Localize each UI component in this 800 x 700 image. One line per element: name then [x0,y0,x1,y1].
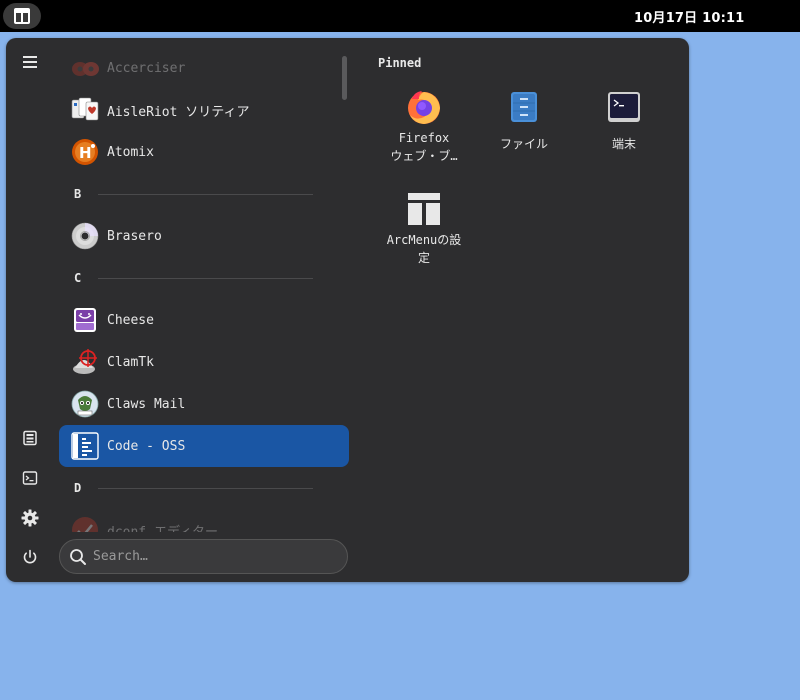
app-label: Code - OSS [107,438,186,454]
activities-button[interactable] [3,3,41,29]
app-list-scrollbar[interactable] [342,56,347,100]
app-item-aisleriot[interactable]: AisleRiot ソリティア [59,89,349,131]
app-label: ClamTk [107,354,154,370]
terminal-icon [608,92,640,122]
pinned-arcmenu-settings[interactable]: ArcMenuの設 定 [376,191,472,267]
app-label: Brasero [107,228,162,244]
pin-label: ArcMenuの設 [386,233,462,247]
app-label: AisleRiot ソリティア [107,104,250,120]
svg-text:H: H [79,144,92,162]
app-item-claws-mail[interactable]: Claws Mail [59,383,349,425]
pin-label: Firefox [398,131,450,145]
app-item-dconf-editor[interactable]: dconf エディター [59,509,349,532]
search-icon [70,548,86,565]
pinned-firefox[interactable]: Firefox ウェブ・ブ… [376,89,472,165]
atomix-icon: H [72,139,98,165]
cheese-camera-icon [74,308,96,332]
top-bar: 10月17日 10:11 [0,0,800,32]
settings-button[interactable] [19,507,41,529]
layout-icon [14,8,30,24]
pinned-terminal[interactable]: 端末 [576,89,672,153]
code-oss-icon [71,432,99,460]
search-bar[interactable]: Search… [59,539,348,574]
section-divider [98,193,313,195]
section-header-d: D [59,467,349,509]
app-label: Atomix [107,144,154,160]
app-item-cheese[interactable]: Cheese [59,299,349,341]
files-icon [23,430,37,446]
section-letter: C [74,271,82,285]
section-header-c: C [59,257,349,299]
app-item-accerciser[interactable]: Accerciser [59,50,349,89]
section-divider [98,487,313,489]
app-label: dconf エディター [107,524,219,533]
pin-label-line2: 定 [417,251,430,265]
app-item-clamtk[interactable]: ClamTk [59,341,349,383]
arcmenu-settings-icon [408,193,440,225]
pinned-title: Pinned [378,56,422,70]
app-item-atomix[interactable]: H Atomix [59,131,349,173]
search-input[interactable]: Search… [93,549,148,564]
hamburger-menu-icon [23,56,37,68]
power-icon [23,549,37,564]
hamburger-menu-button[interactable] [19,51,41,73]
section-divider [98,277,313,279]
dconf-editor-icon [72,517,98,532]
app-list[interactable]: Accerciser AisleRiot ソリティア H Atomix B Br… [59,50,349,532]
brasero-disc-icon [71,222,99,250]
app-label: Claws Mail [107,396,186,412]
pinned-files[interactable]: ファイル [476,89,572,153]
pin-label-line2: ウェブ・ブ… [390,149,458,163]
accerciser-icon [72,62,99,76]
app-label: Cheese [107,312,154,328]
pin-label: 端末 [611,137,636,151]
terminal-shortcut-button[interactable] [19,467,41,489]
firefox-icon [408,91,440,124]
terminal-icon [22,471,38,485]
app-item-brasero[interactable]: Brasero [59,215,349,257]
clock[interactable]: 10月17日 10:11 [634,7,745,26]
app-item-code-oss[interactable]: Code - OSS [59,425,349,467]
section-header-b: B [59,173,349,215]
section-letter: D [74,481,82,495]
clamtk-icon [73,349,97,374]
section-letter: B [74,187,82,201]
aisleriot-cards-icon [71,97,99,121]
app-label: Accerciser [107,60,186,76]
settings-gear-icon [21,509,39,527]
files-shortcut-button[interactable] [19,427,41,449]
pin-label: ファイル [499,137,548,151]
power-button[interactable] [19,546,41,568]
files-icon [511,92,537,122]
claws-mail-icon [71,390,99,418]
arc-menu: Accerciser AisleRiot ソリティア H Atomix B Br… [6,38,689,582]
